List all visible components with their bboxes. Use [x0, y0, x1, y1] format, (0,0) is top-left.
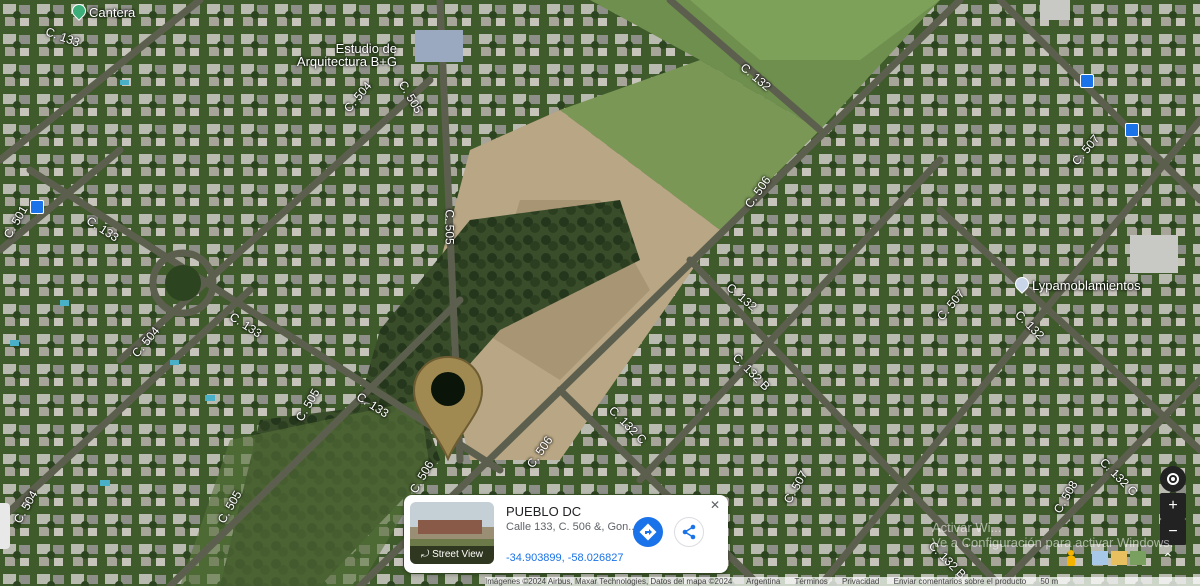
close-icon[interactable]: ✕: [710, 498, 720, 512]
poi-cantera[interactable]: Cantera: [69, 1, 135, 21]
poi-pin-icon: [1012, 274, 1032, 294]
footer-link-privacy[interactable]: Privacidad: [842, 577, 879, 586]
activation-watermark: Activar Wi... Ve a Configuración para ac…: [932, 520, 1174, 550]
poi-estudio-arquitectura[interactable]: Estudio de Arquitectura B+G: [275, 42, 397, 68]
layer-thumb[interactable]: [1111, 551, 1127, 565]
place-info-card[interactable]: ⤾ Street View PUEBLO DC Calle 133, C. 50…: [404, 495, 728, 573]
footer-link-feedback[interactable]: Enviar comentarios sobre el producto: [894, 577, 1027, 586]
poi-lypamoblamientos[interactable]: Lypamoblamientos: [1012, 274, 1141, 294]
place-title: PUEBLO DC: [506, 504, 582, 519]
place-address: Calle 133, C. 506 &, Gon...: [506, 521, 638, 533]
map-footer: Imágenes ©2024 Airbus, Maxar Technologie…: [485, 577, 1200, 586]
layer-thumb[interactable]: [1092, 551, 1108, 565]
bus-stop-icon[interactable]: [1080, 74, 1094, 88]
attribution-text: Imágenes ©2024 Airbus, Maxar Technologie…: [485, 577, 733, 586]
street-view-icon: ⤾: [420, 549, 433, 560]
directions-button[interactable]: [633, 517, 663, 547]
directions-icon: [639, 523, 657, 541]
footer-link-country[interactable]: Argentina: [746, 577, 780, 586]
side-panel-toggle[interactable]: [0, 503, 10, 549]
layer-switcher[interactable]: [1092, 551, 1152, 565]
location-pin-icon[interactable]: [412, 355, 484, 461]
poi-pin-icon: [69, 1, 89, 21]
chevron-up-icon[interactable]: ⌃: [1162, 550, 1174, 567]
bus-stop-icon[interactable]: [30, 200, 44, 214]
street-label: C. 505: [442, 209, 457, 245]
place-coordinates[interactable]: -34.903899, -58.026827: [506, 552, 623, 564]
my-location-button[interactable]: [1160, 466, 1186, 492]
scale-label[interactable]: 50 m: [1040, 577, 1058, 586]
my-location-icon: [1167, 473, 1179, 485]
street-view-label[interactable]: ⤾ Street View: [410, 546, 494, 564]
layer-thumb[interactable]: [1130, 551, 1146, 565]
zoom-in-button[interactable]: +: [1160, 493, 1186, 519]
pegman-icon[interactable]: [1065, 550, 1077, 566]
share-icon: [682, 524, 696, 540]
bus-stop-icon[interactable]: [1125, 123, 1139, 137]
street-view-thumbnail[interactable]: ⤾ Street View: [410, 502, 494, 564]
footer-link-terms[interactable]: Términos: [794, 577, 827, 586]
share-button[interactable]: [674, 517, 704, 547]
